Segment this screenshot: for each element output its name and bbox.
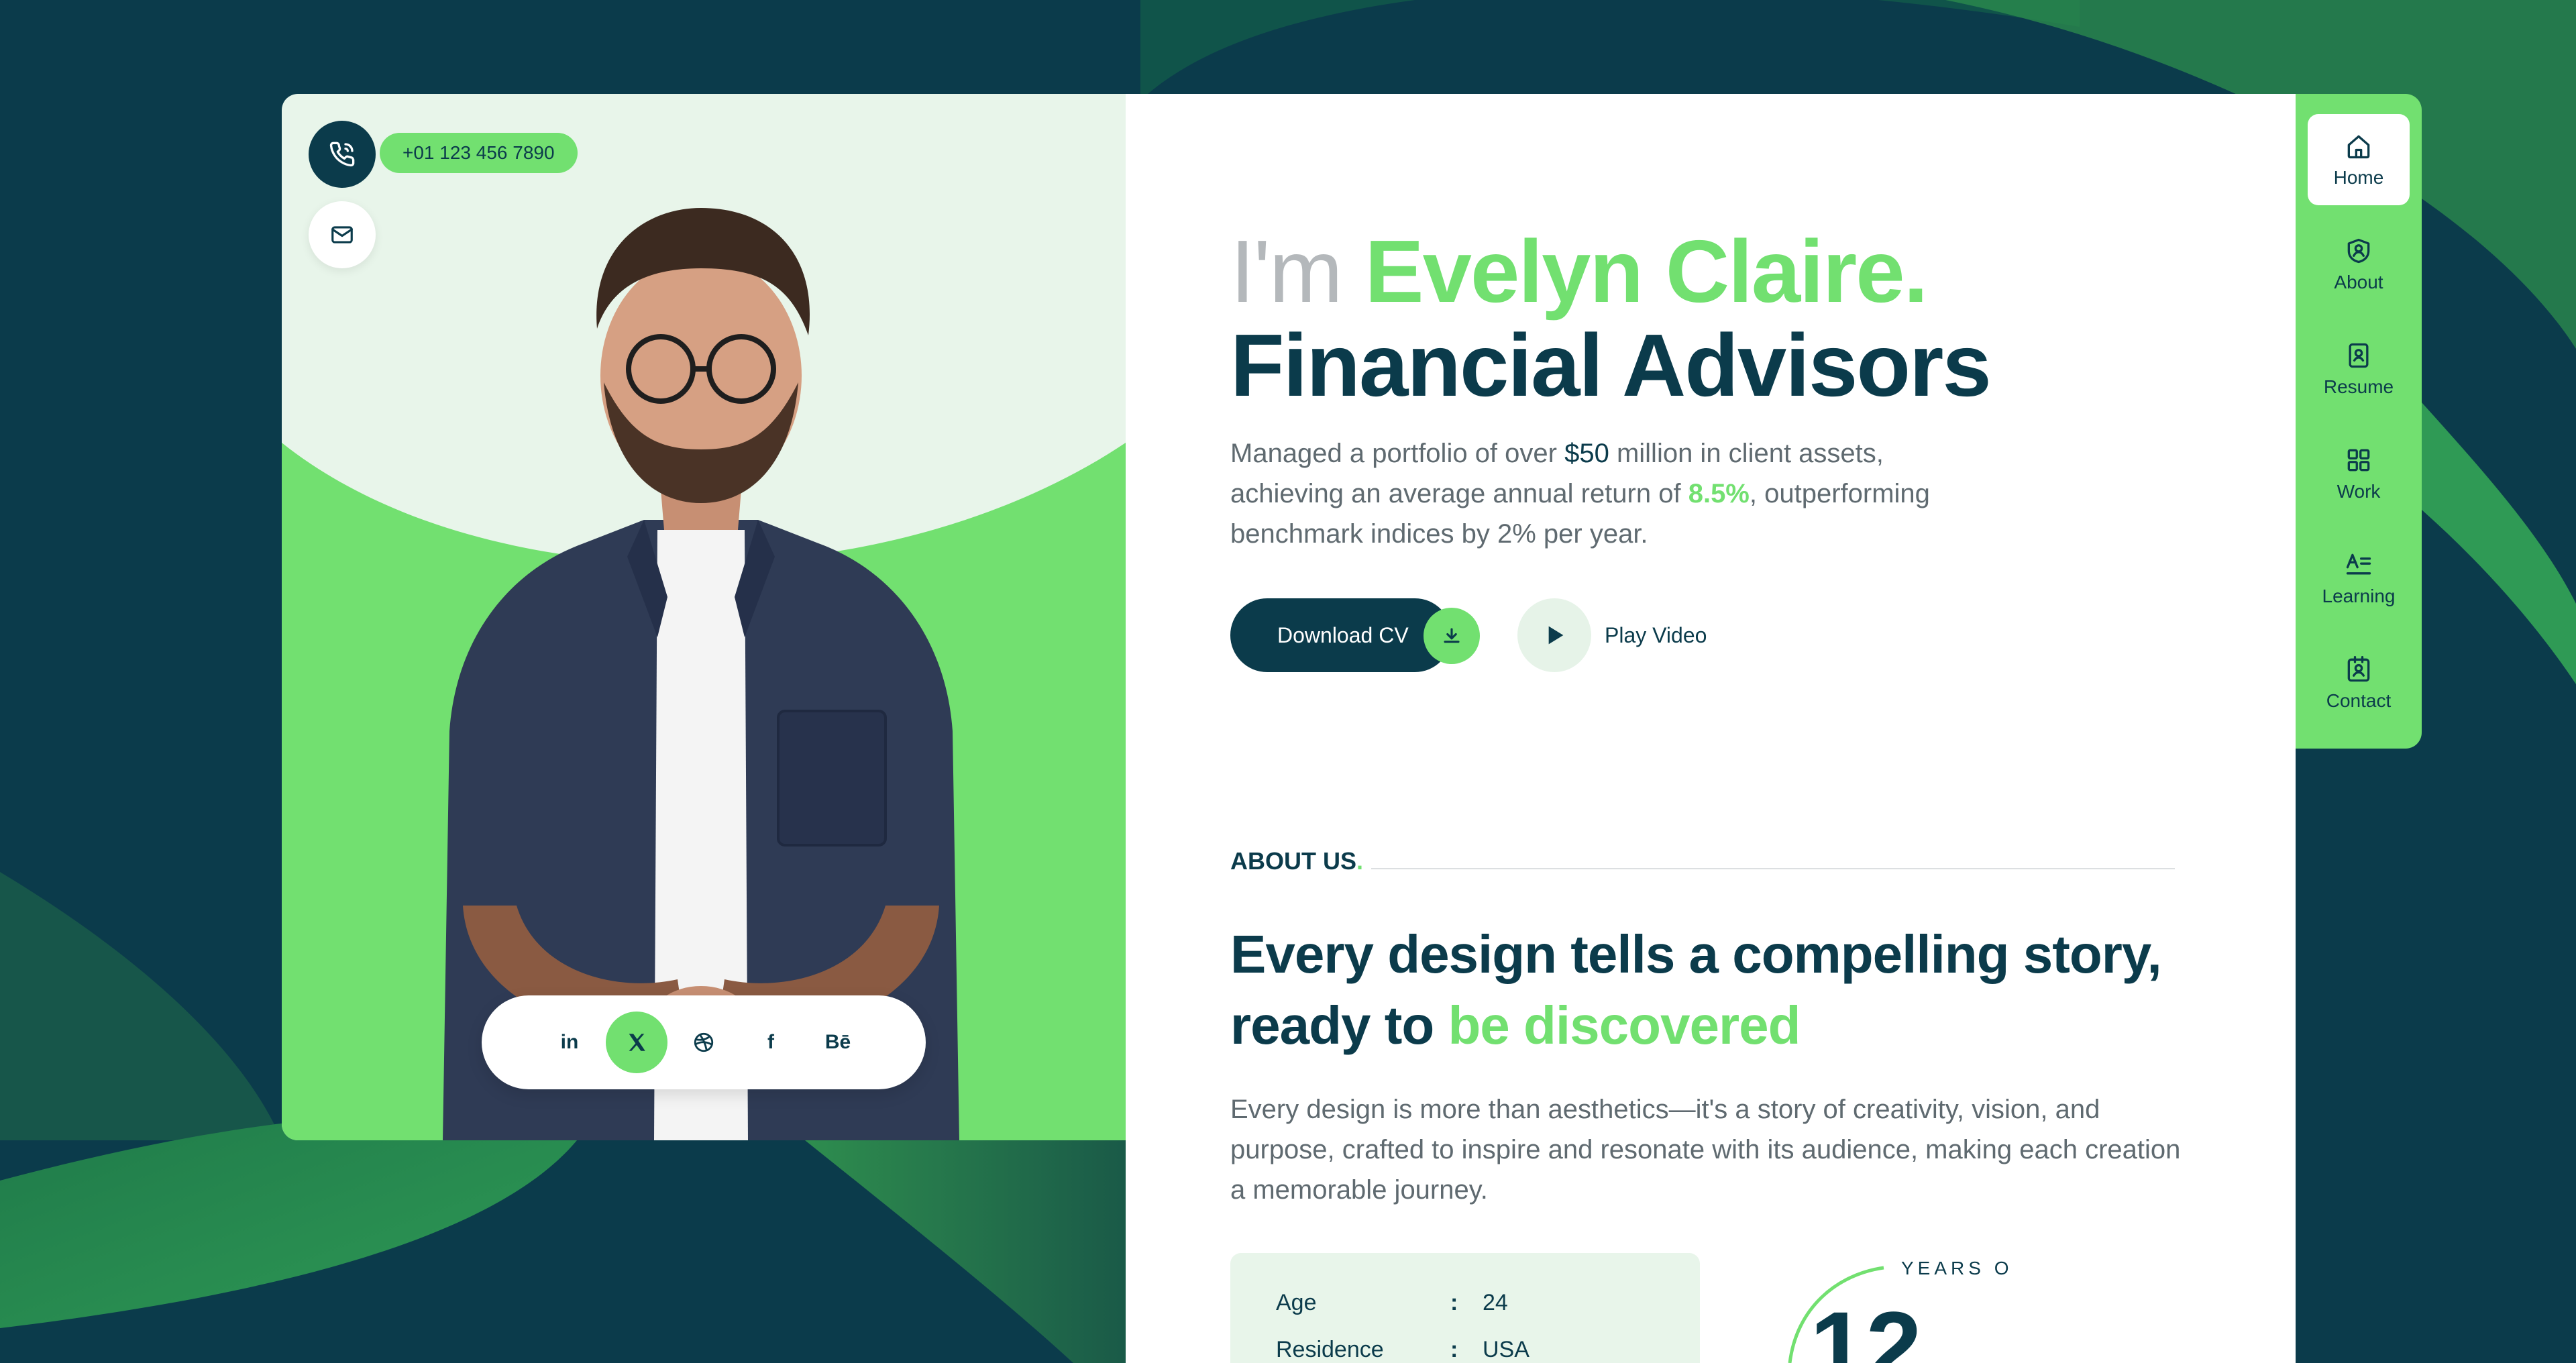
- years-experience-badge: YEARS O 12: [1788, 1258, 2012, 1363]
- nav-label: Resume: [2323, 376, 2394, 397]
- facebook-label: f: [767, 1031, 774, 1053]
- download-cv-button[interactable]: Download CV: [1230, 598, 1452, 672]
- x-twitter-icon[interactable]: X: [606, 1012, 667, 1073]
- shield-user-icon: [2347, 238, 2370, 264]
- about-section-label: ABOUT US.: [1230, 848, 1363, 875]
- hero-desc-part1: Managed a portfolio of over: [1230, 439, 1565, 468]
- info-colon: :: [1450, 1290, 1458, 1315]
- phone-icon: [329, 142, 355, 167]
- nav-label: Work: [2337, 481, 2381, 502]
- nav-item-home[interactable]: Home: [2308, 114, 2410, 205]
- grid-icon: [2347, 449, 2370, 472]
- info-row-age: Age:24: [1276, 1289, 1508, 1316]
- hero-title: Financial Advisors: [1230, 316, 1992, 415]
- info-value: USA: [1483, 1337, 1529, 1362]
- hero-greeting: I'm: [1230, 222, 1365, 321]
- main-content: I'm Evelyn Claire. Financial Advisors Ma…: [1126, 94, 2296, 1363]
- hero-desc-amount: $50: [1564, 439, 1609, 468]
- mail-button[interactable]: [309, 201, 376, 268]
- phone-button[interactable]: [309, 121, 376, 188]
- dribbble-logo-icon: [694, 1032, 714, 1052]
- facebook-icon[interactable]: f: [740, 1012, 802, 1073]
- home-icon: [2347, 135, 2370, 159]
- play-video-label[interactable]: Play Video: [1605, 598, 1707, 672]
- profile-card: +01 123 456 7890 in X dribbble f: [282, 94, 1126, 1140]
- years-arc-text: YEARS O: [1901, 1258, 2012, 1278]
- portrait-image: [443, 208, 959, 1140]
- hero-desc-rate: 8.5%: [1688, 479, 1750, 508]
- social-links: in X dribbble f Bē: [482, 995, 926, 1089]
- nav-item-resume[interactable]: Resume: [2308, 323, 2410, 415]
- play-icon: [1548, 626, 1564, 645]
- info-row-residence: Residence: USA: [1276, 1336, 1529, 1363]
- info-colon: :: [1450, 1337, 1458, 1362]
- linkedin-icon[interactable]: in: [539, 1012, 600, 1073]
- about-label-text: ABOUT US: [1230, 847, 1356, 875]
- personal-info-box: Age:24 Residence: USA: [1230, 1253, 1700, 1363]
- behance-label: Bē: [824, 1031, 851, 1053]
- download-icon[interactable]: [1424, 608, 1480, 664]
- nav-item-about[interactable]: About: [2308, 219, 2410, 310]
- nav-label: Home: [2333, 167, 2384, 188]
- contact-card-icon: [2347, 656, 2370, 682]
- hero-name: Evelyn Claire.: [1364, 222, 1929, 321]
- info-key: Residence: [1276, 1337, 1384, 1362]
- about-heading-highlight: be discovered: [1448, 995, 1801, 1055]
- nav-label: Learning: [2322, 586, 2396, 606]
- resume-icon: [2349, 343, 2369, 368]
- nav-item-contact[interactable]: Contact: [2308, 637, 2410, 728]
- years-number: 12: [1810, 1291, 1922, 1363]
- x-logo-icon: [629, 1034, 645, 1051]
- play-video-button[interactable]: [1517, 598, 1591, 672]
- dribbble-icon[interactable]: dribbble: [673, 1012, 735, 1073]
- nav-item-work[interactable]: Work: [2308, 428, 2410, 519]
- about-heading: Every design tells a compelling story, r…: [1230, 919, 2169, 1061]
- mail-icon: [331, 226, 353, 243]
- nav-label: About: [2334, 272, 2383, 292]
- behance-icon[interactable]: Bē: [807, 1012, 869, 1073]
- info-value: 24: [1483, 1290, 1508, 1315]
- phone-number[interactable]: +01 123 456 7890: [380, 133, 578, 173]
- nav-item-learning[interactable]: Learning: [2308, 533, 2410, 624]
- nav-label: Contact: [2326, 690, 2392, 711]
- about-label-dot: .: [1356, 847, 1364, 875]
- hero-greeting-line: I'm Evelyn Claire.: [1230, 221, 1929, 322]
- info-key: Age: [1276, 1290, 1317, 1315]
- divider: [1371, 868, 2175, 869]
- about-description: Every design is more than aesthetics—it'…: [1230, 1095, 2181, 1205]
- linkedin-label: in: [560, 1031, 579, 1053]
- learning-icon: [2346, 553, 2371, 575]
- hero-description: Managed a portfolio of over $50 million …: [1230, 433, 1982, 554]
- side-navigation: Home About Resume Work Learning Contact: [2296, 94, 2422, 749]
